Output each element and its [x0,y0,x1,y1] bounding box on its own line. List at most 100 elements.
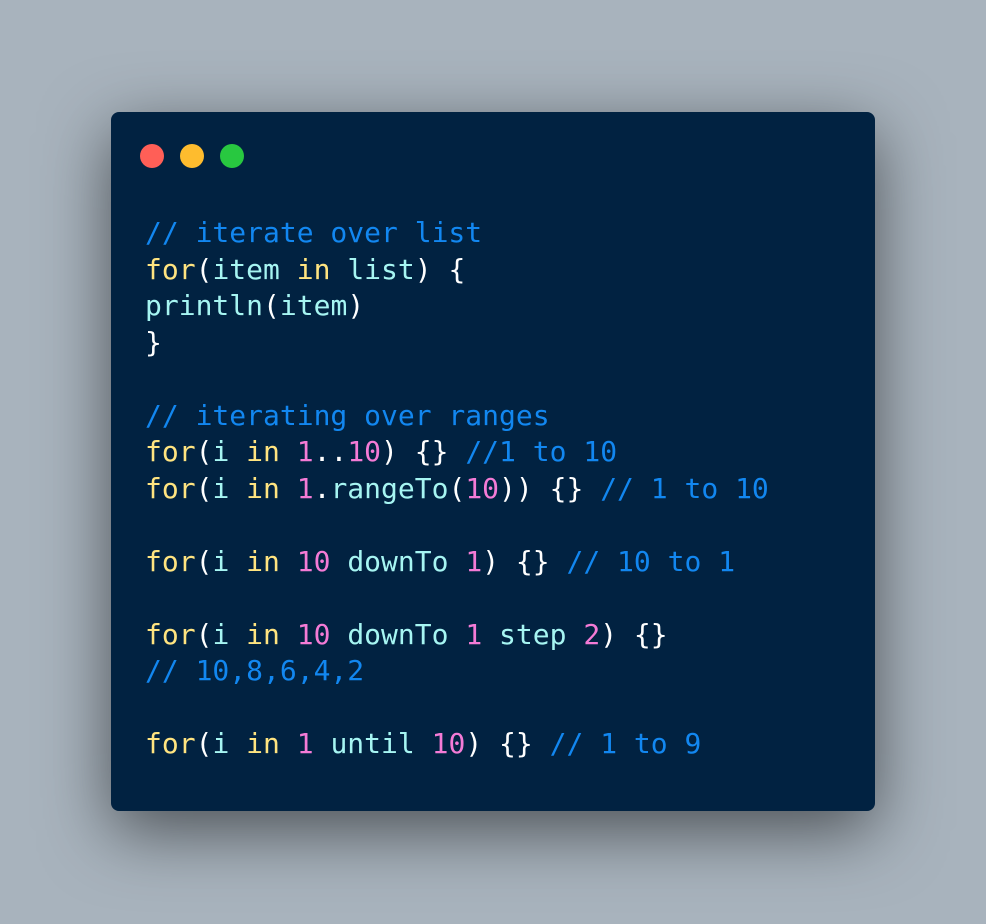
token-ident: until [330,727,415,760]
token-punct [330,253,347,286]
token-punct: } [145,325,162,359]
token-ident: i [212,544,230,578]
token-punct [448,545,465,578]
token-ident: item [279,289,348,322]
token-punct [280,618,297,651]
token-punct [229,472,246,505]
token-comment: // iterate over list [145,216,483,249]
token-comment: // 1 to 10 [600,471,769,505]
code-line: for(item in list) { [145,252,769,289]
token-ident: downTo [347,544,449,578]
token-keyword: in [246,544,280,578]
token-punct [280,435,297,468]
token-punct [330,545,347,578]
token-punct [448,618,465,651]
token-number: 1 [296,471,314,505]
token-keyword: in [246,727,280,760]
token-comment: // 1 to 9 [549,727,702,760]
code-line: } [145,325,769,362]
token-ident: i [212,435,230,468]
token-punct: ( [263,289,280,322]
token-punct [482,618,499,651]
token-punct: . [313,471,331,505]
token-number: 10 [465,471,500,505]
code-line: for(i in 10 downTo 1) {} // 10 to 1 [145,544,769,581]
token-punct: ) {} [482,544,567,578]
token-punct: ) { [414,252,466,286]
token-comment: // 10,8,6,4,2 [145,654,365,687]
code-line: for(i in 10 downTo 1 step 2) {} [145,617,769,654]
token-number: 10 [296,544,331,578]
token-punct [229,435,246,468]
token-ident: println [145,289,264,322]
token-punct: ) [347,289,365,322]
token-punct: ( [195,471,213,505]
token-number: 10 [296,617,331,651]
token-ident: rangeTo [330,471,449,505]
token-keyword: for [145,471,196,505]
code-block: // iterate over list for(item in list) {p… [145,215,769,763]
token-punct: ) {} [465,727,550,760]
token-comment: //1 to 10 [465,435,618,468]
token-ident: i [212,617,230,651]
token-punct: ( [195,435,213,468]
code-window: // iterate over list for(item in list) {p… [111,112,875,811]
token-number: 1 [296,727,314,760]
code-line: // iterating over ranges [145,398,769,435]
token-punct [415,727,432,760]
token-keyword: for [145,544,196,578]
token-punct [280,727,297,760]
token-keyword: for [145,727,196,760]
code-line: println(item) [145,288,769,325]
token-punct [314,727,331,760]
code-line: for(i in 1 until 10) {} // 1 to 9 [145,726,769,763]
token-keyword: for [145,617,196,651]
token-number: 2 [583,617,601,651]
token-comment: // iterating over ranges [145,398,550,432]
token-keyword: for [145,435,196,468]
token-punct: ) {} [600,617,668,651]
code-line: // 10,8,6,4,2 [145,653,769,690]
token-ident: downTo [347,617,449,651]
token-keyword: in [296,252,331,286]
token-keyword: in [246,435,280,468]
token-punct [566,618,583,651]
token-ident: step [499,617,567,651]
token-punct: ( [195,727,213,760]
minimize-dot-icon[interactable] [180,144,204,168]
close-dot-icon[interactable] [140,144,164,168]
token-punct [280,472,297,505]
code-line: for(i in 1.rangeTo(10)) {} // 1 to 10 [145,471,769,508]
token-ident: list [347,252,415,286]
token-number: 1 [465,544,483,578]
token-number: 10 [431,727,466,760]
token-punct [229,545,246,578]
token-punct: )) {} [499,471,601,505]
token-punct: ( [195,544,213,578]
token-punct: ) {} [381,435,466,468]
token-ident: item [212,252,280,286]
token-ident: i [212,471,230,505]
token-keyword: for [145,252,196,286]
token-ident: i [212,727,230,760]
token-keyword: in [246,617,280,651]
token-punct [229,618,246,651]
token-punct: ( [195,252,213,286]
token-punct [280,253,297,286]
token-punct: .. [313,435,348,468]
token-number: 1 [465,617,483,651]
token-punct [229,727,246,760]
token-punct: ( [195,617,213,651]
code-line: // iterate over list [145,215,769,252]
token-comment: // 10 to 1 [566,544,736,578]
code-line: for(i in 1..10) {} //1 to 10 [145,434,769,471]
token-keyword: in [246,471,280,505]
token-punct [330,618,347,651]
token-number: 1 [296,435,314,468]
token-punct: ( [448,471,466,505]
maximize-dot-icon[interactable] [220,144,244,168]
